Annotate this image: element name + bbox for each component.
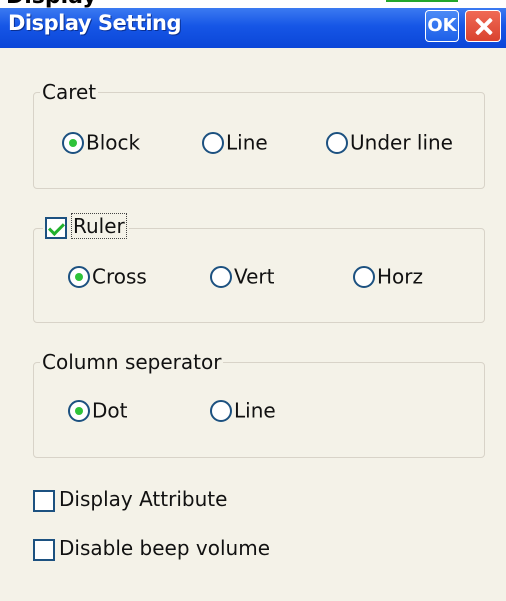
caret-option-line[interactable]: Line [202,129,268,155]
radio-unselected-icon [210,265,232,288]
radio-unselected-icon [210,399,232,422]
ruler-group: Ruler Cross Vert Horz [33,213,485,323]
unchecked-checkbox-icon [33,538,55,561]
ruler-option-horz[interactable]: Horz [353,263,423,289]
column-separator-label: Column seperator [40,350,224,374]
unchecked-checkbox-icon [33,489,55,512]
title-bar: Display Setting OK [0,8,506,48]
ruler-option-vert[interactable]: Vert [210,263,275,289]
ruler-toggle[interactable]: Ruler [43,213,129,239]
ruler-label: Ruler [71,213,127,239]
caret-option-under-line[interactable]: Under line [326,129,453,155]
display-attribute-checkbox[interactable]: Display Attribute [33,487,227,512]
caret-option-block[interactable]: Block [62,129,140,155]
clipped-header-highlight [386,0,458,2]
radio-selected-icon [68,399,90,422]
column-separator-option-dot[interactable]: Dot [68,397,127,423]
radio-unselected-icon [353,265,375,288]
checked-checkbox-icon [45,216,67,239]
ok-button[interactable]: OK [425,10,459,42]
caret-group-label: Caret [40,80,99,104]
disable-beep-volume-checkbox[interactable]: Disable beep volume [33,536,270,561]
clipped-header-text: Display [6,0,97,8]
column-separator-group: Column seperator Dot Line [33,350,485,458]
radio-unselected-icon [326,131,348,154]
window-title: Display Setting [8,11,182,35]
column-separator-option-line[interactable]: Line [210,397,276,423]
display-attribute-label: Display Attribute [59,487,228,511]
close-button[interactable] [465,10,501,42]
caret-group: Caret Block Line Under line [33,80,485,189]
disable-beep-volume-label: Disable beep volume [59,536,270,560]
radio-selected-icon [68,265,90,288]
ruler-option-cross[interactable]: Cross [68,263,147,289]
radio-unselected-icon [202,131,224,154]
radio-selected-icon [62,131,84,154]
clipped-header-strip: Display [0,0,506,8]
